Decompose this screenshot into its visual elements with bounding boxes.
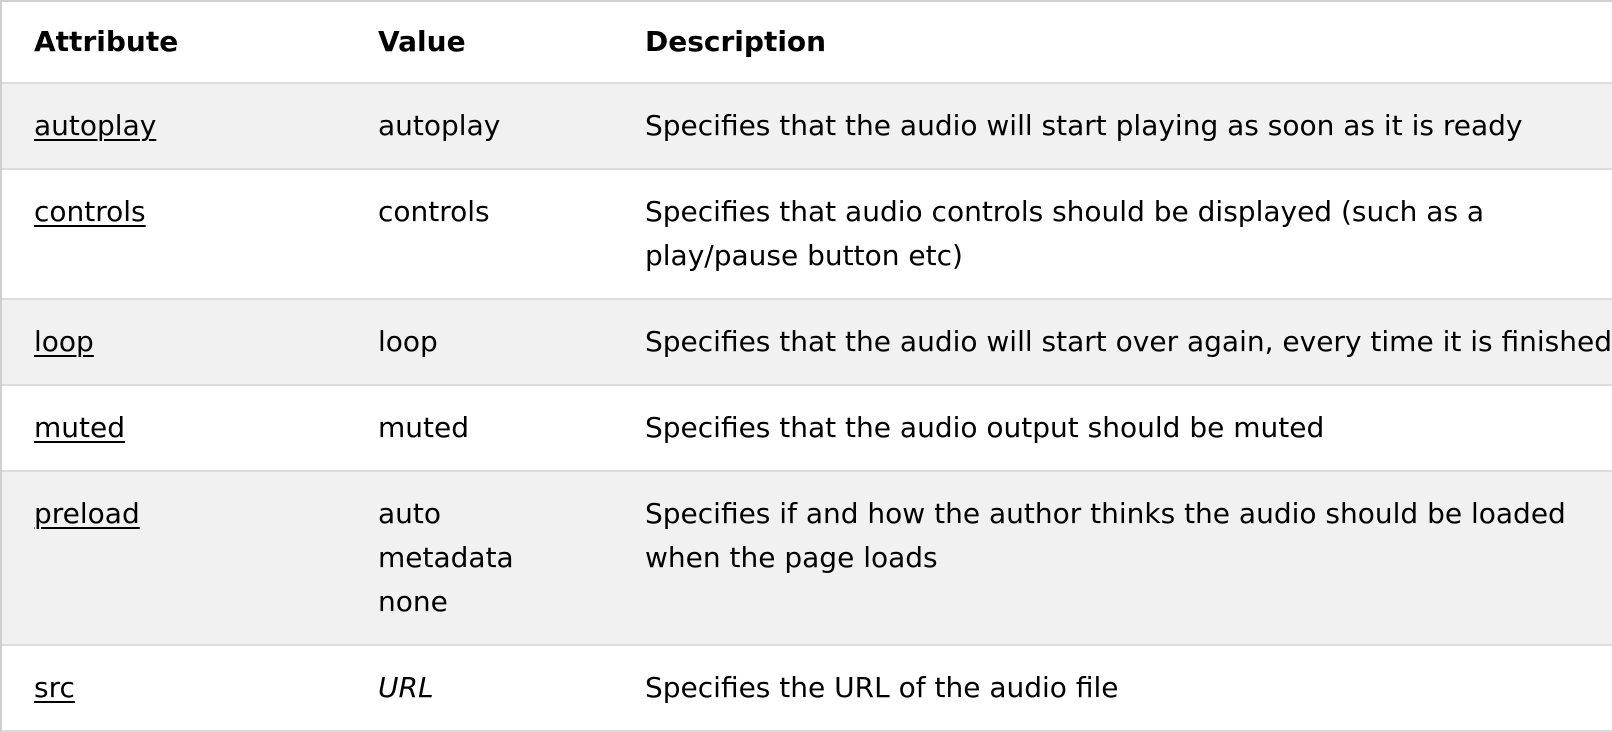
table-row: loop loop Specifies that the audio will st… — [2, 299, 1612, 386]
value-cell: URL — [345, 645, 613, 732]
column-header-attribute: Attribute — [2, 2, 345, 84]
description-cell: Specifies that the audio will start play… — [613, 83, 1612, 170]
column-header-description: Description — [613, 2, 1612, 84]
attributes-table-container: Attribute Value Description autoplay auto… — [0, 0, 1612, 732]
value-text: autoplay — [378, 109, 501, 142]
table-row: src URL Specifies the URL of the audio fil… — [2, 645, 1612, 732]
value-text: loop — [378, 325, 438, 358]
value-text: auto — [378, 497, 442, 530]
table-header-row: Attribute Value Description — [2, 2, 1612, 84]
table-row: preload auto metadata none Specifies if and … — [2, 471, 1612, 646]
description-cell: Specifies if and how the author thinks t… — [613, 471, 1612, 646]
attribute-cell: src — [2, 645, 345, 732]
value-cell: autoplay — [345, 83, 613, 170]
description-cell: Specifies that the audio output should b… — [613, 385, 1612, 472]
attribute-link-autoplay[interactable]: autoplay — [34, 109, 156, 142]
attribute-link-controls[interactable]: controls — [34, 195, 146, 228]
attribute-link-src[interactable]: src — [34, 671, 75, 704]
table-row: controls controls Specifies that audio con… — [2, 169, 1612, 300]
description-cell: Specifies the URL of the audio file — [613, 645, 1612, 732]
attribute-cell: controls — [2, 169, 345, 300]
column-header-value: Value — [345, 2, 613, 84]
description-cell: Specifies that the audio will start over… — [613, 299, 1612, 386]
value-cell: loop — [345, 299, 613, 386]
attribute-link-loop[interactable]: loop — [34, 325, 94, 358]
attribute-link-preload[interactable]: preload — [34, 497, 140, 530]
table-body: autoplay autoplay Specifies that the audio… — [2, 83, 1612, 732]
value-cell: muted — [345, 385, 613, 472]
attributes-table: Attribute Value Description autoplay auto… — [2, 2, 1612, 732]
value-text: none — [378, 585, 448, 618]
attribute-cell: muted — [2, 385, 345, 472]
attribute-cell: preload — [2, 471, 345, 646]
table-row: muted muted Specifies that the audio outpu… — [2, 385, 1612, 472]
value-text: URL — [378, 671, 434, 704]
attribute-link-muted[interactable]: muted — [34, 411, 125, 444]
description-cell: Specifies that audio controls should be … — [613, 169, 1612, 300]
value-cell: controls — [345, 169, 613, 300]
attribute-cell: autoplay — [2, 83, 345, 170]
table-row: autoplay autoplay Specifies that the audio… — [2, 83, 1612, 170]
attribute-cell: loop — [2, 299, 345, 386]
value-text: metadata — [378, 541, 514, 574]
value-text: muted — [378, 411, 469, 444]
value-text: controls — [378, 195, 490, 228]
table-header: Attribute Value Description — [2, 2, 1612, 84]
value-cell: auto metadata none — [345, 471, 613, 646]
